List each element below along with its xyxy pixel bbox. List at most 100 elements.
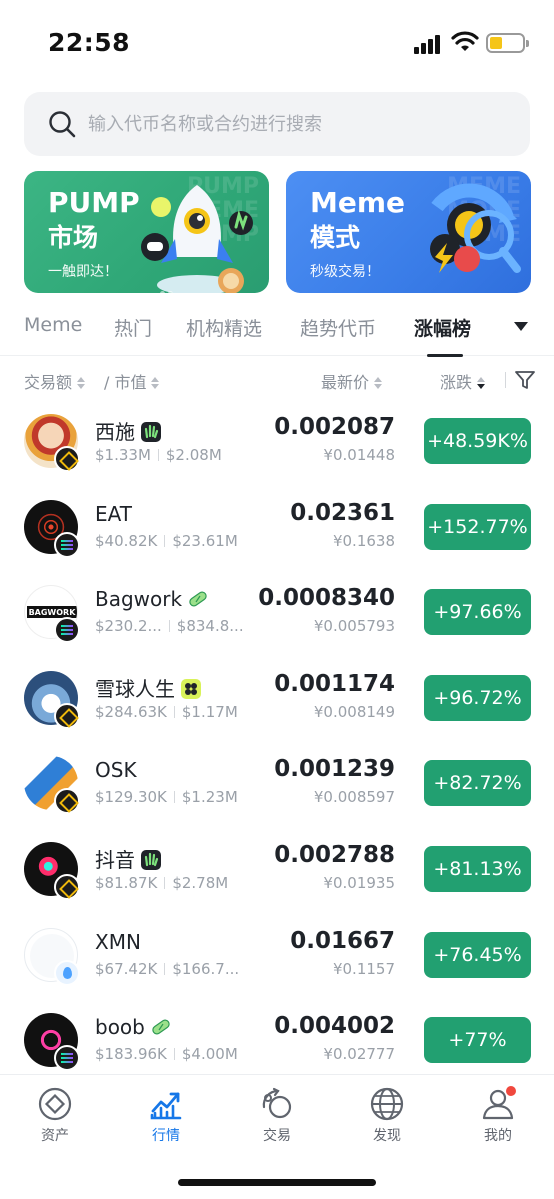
nav-profile[interactable]: 我的 <box>453 1087 543 1145</box>
search-input[interactable] <box>88 106 508 142</box>
tab-hot[interactable]: 热门 <box>114 314 152 341</box>
divider <box>164 963 166 975</box>
more-tabs-dropdown-icon[interactable] <box>514 322 528 331</box>
sort-icon <box>374 377 383 389</box>
token-market-cap: $4.00M <box>181 1045 238 1063</box>
table-row[interactable]: 雪球人生 $284.63K $1.17M 0.001174 ¥0.008149 +96.7… <box>0 657 554 743</box>
token-volume-marketcap: $230.2... $834.8... <box>95 617 244 635</box>
home-indicator <box>178 1179 376 1186</box>
price-change-badge[interactable]: +82.72% <box>424 760 531 806</box>
divider <box>173 1048 175 1060</box>
banner-caption: 秒级交易！ <box>310 264 380 280</box>
divider <box>157 449 159 461</box>
token-volume-marketcap: $67.42K $166.7... <box>95 960 239 978</box>
meme-mode-banner[interactable]: MEMEMODEMEME Meme 模式 秒级交易！ <box>286 171 531 293</box>
nav-label: 发现 <box>373 1128 401 1144</box>
nav-discover[interactable]: 发现 <box>342 1087 432 1145</box>
token-market-cap: $1.23M <box>181 788 238 806</box>
price-change-badge[interactable]: +77% <box>424 1017 531 1063</box>
token-price: 0.0008340 <box>258 585 395 611</box>
token-volume-marketcap: $1.33M $2.08M <box>95 446 222 464</box>
assets-icon <box>38 1087 72 1121</box>
change-column-label: 涨跌 <box>440 373 473 392</box>
sol-chain-icon <box>54 617 80 643</box>
sui-chain-icon <box>54 960 80 986</box>
nav-market[interactable]: 行情 <box>121 1087 211 1145</box>
bnb-chain-icon <box>54 446 80 472</box>
sort-by-market-cap[interactable]: / 市值 <box>104 369 160 393</box>
table-row[interactable]: 西施 $1.33M $2.08M 0.002087 ¥0.01448 +48.59K% <box>0 400 554 486</box>
token-volume: $40.82K <box>95 532 158 550</box>
column-header: 交易额 / 市值 最新价 涨跌 <box>0 366 554 396</box>
token-market-cap: $2.78M <box>172 874 229 892</box>
tab-top-gainers[interactable]: 涨幅榜 <box>414 314 471 341</box>
bnb-chain-icon <box>54 703 80 729</box>
wifi-icon <box>451 31 479 51</box>
battery-icon <box>486 33 529 53</box>
price-change-badge[interactable]: +48.59K% <box>424 418 531 464</box>
four-leaf-icon <box>181 679 201 699</box>
token-volume-marketcap: $183.96K $4.00M <box>95 1045 238 1063</box>
token-name-wrap: 西施 <box>95 416 161 445</box>
status-time: 22:58 <box>48 28 131 57</box>
token-volume: $284.63K <box>95 703 167 721</box>
table-row[interactable]: boob $183.96K $4.00M 0.004002 ¥0.02777 +77% <box>0 999 554 1085</box>
divider <box>173 706 175 718</box>
market-tabs: Meme 热门 机构精选 趋势代币 涨幅榜 <box>0 300 554 357</box>
banner-subtitle-title: 市场 <box>48 223 99 252</box>
price-change-badge[interactable]: +76.45% <box>424 932 531 978</box>
token-name-wrap: EAT <box>95 502 132 526</box>
filter-icon[interactable] <box>514 370 536 390</box>
bnb-chain-icon <box>54 874 80 900</box>
nav-label: 行情 <box>152 1128 180 1144</box>
search-bar[interactable] <box>24 92 530 156</box>
token-volume-marketcap: $284.63K $1.17M <box>95 703 238 721</box>
table-row[interactable]: XMN $67.42K $166.7... 0.01667 ¥0.1157 +76.45% <box>0 914 554 1000</box>
token-price: 0.004002 <box>274 1013 395 1039</box>
sort-by-price[interactable]: 最新价 <box>321 369 383 393</box>
price-change-badge[interactable]: +81.13% <box>424 846 531 892</box>
pump-market-banner[interactable]: PUMP MEME PUMP PUMP 市场 一触即达！ <box>24 171 269 293</box>
pill-icon <box>189 591 207 607</box>
sort-by-volume[interactable]: 交易额 <box>24 369 86 393</box>
token-market-cap: $1.17M <box>181 703 238 721</box>
nav-label: 我的 <box>484 1128 512 1144</box>
token-volume-marketcap: $81.87K $2.78M <box>95 874 228 892</box>
sort-by-change[interactable]: 涨跌 <box>440 369 486 393</box>
token-name: Bagwork <box>95 587 183 611</box>
table-row[interactable]: OSK $129.30K $1.23M 0.001239 ¥0.008597 +82.72… <box>0 742 554 828</box>
divider <box>164 535 166 547</box>
token-price-cny: ¥0.1638 <box>332 532 395 550</box>
svg-text:BAGWORK: BAGWORK <box>29 608 77 617</box>
divider <box>173 791 175 803</box>
carousel-dots <box>160 281 176 300</box>
token-price-cny: ¥0.005793 <box>313 617 395 635</box>
bnb-chain-icon <box>54 788 80 814</box>
status-bar: 22:58 <box>0 0 554 88</box>
price-change-badge[interactable]: +152.77% <box>424 504 531 550</box>
tab-institution-picks[interactable]: 机构精选 <box>186 314 262 341</box>
token-name-wrap: 雪球人生 <box>95 673 201 702</box>
divider <box>164 877 166 889</box>
banner-title: Meme <box>310 186 406 219</box>
price-change-badge[interactable]: +96.72% <box>424 675 531 721</box>
active-tab-indicator <box>427 354 463 357</box>
table-row[interactable]: BAGWORK Bagwork $230.2... $834.8... 0.000834… <box>0 571 554 657</box>
token-volume-marketcap: $40.82K $23.61M <box>95 532 238 550</box>
nav-assets[interactable]: 资产 <box>10 1087 100 1145</box>
token-name: OSK <box>95 758 137 782</box>
price-change-badge[interactable]: +97.66% <box>424 589 531 635</box>
sort-desc-icon <box>477 377 486 389</box>
token-price: 0.02361 <box>290 500 395 526</box>
table-row[interactable]: EAT $40.82K $23.61M 0.02361 ¥0.1638 +152.77% <box>0 486 554 572</box>
tab-trending-tokens[interactable]: 趋势代币 <box>300 314 376 341</box>
cellular-signal-icon <box>414 34 444 54</box>
nav-trade[interactable]: 交易 <box>232 1087 322 1145</box>
sol-chain-icon <box>54 532 80 558</box>
token-market-cap: $2.08M <box>165 446 222 464</box>
token-price: 0.001239 <box>274 756 395 782</box>
token-name-wrap: boob <box>95 1015 171 1039</box>
table-row[interactable]: 抖音 $81.87K $2.78M 0.002788 ¥0.01935 +81.13% <box>0 828 554 914</box>
tab-meme[interactable]: Meme <box>24 314 82 336</box>
token-volume: $183.96K <box>95 1045 167 1063</box>
